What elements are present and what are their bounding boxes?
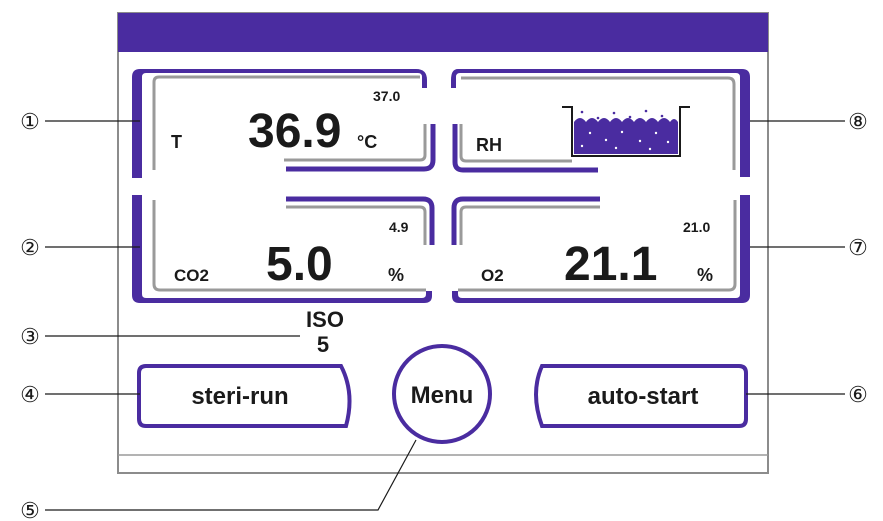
title-bar: [118, 13, 768, 52]
temperature-unit: °C: [357, 132, 377, 152]
callout-8: ⑧: [848, 109, 868, 134]
o2-value: 21.1: [564, 238, 657, 291]
steri-run-button[interactable]: steri-run: [137, 364, 352, 428]
menu-label: Menu: [411, 382, 474, 409]
humidity-label: RH: [476, 135, 502, 155]
callout-2: ②: [20, 235, 40, 260]
o2-unit: %: [697, 265, 713, 285]
co2-unit: %: [388, 265, 404, 285]
incubator-display-diagram: T 36.9 °C 37.0 RH CO2 5.0 % 4.9 O2 21.1 …: [20, 12, 868, 521]
iso-label: ISO: [306, 307, 344, 332]
temperature-label: T: [171, 132, 182, 152]
iso-value: 5: [317, 332, 329, 357]
o2-setpoint: 21.0: [683, 219, 710, 235]
o2-label: O2: [481, 266, 504, 285]
menu-button[interactable]: Menu: [392, 344, 492, 444]
co2-label: CO2: [174, 266, 209, 285]
callout-4: ④: [20, 382, 40, 407]
callout-3: ③: [20, 324, 40, 349]
auto-start-button[interactable]: auto-start: [534, 364, 748, 428]
callout-6: ⑥: [848, 382, 868, 407]
callout-1: ①: [20, 109, 40, 134]
callout-5: ⑤: [20, 498, 40, 521]
temperature-setpoint: 37.0: [373, 88, 400, 104]
steri-run-label: steri-run: [191, 383, 288, 410]
temperature-value: 36.9: [248, 105, 341, 158]
co2-value: 5.0: [266, 238, 333, 291]
callout-7: ⑦: [848, 235, 868, 260]
co2-setpoint: 4.9: [389, 219, 409, 235]
auto-start-label: auto-start: [588, 383, 699, 410]
